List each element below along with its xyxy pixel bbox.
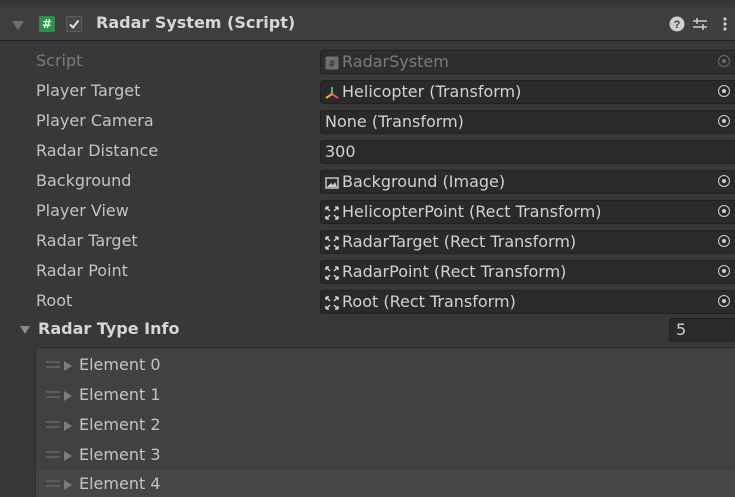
object-picker-icon[interactable] (718, 235, 730, 247)
field-value: RadarTarget (Rect Transform) (342, 232, 577, 251)
checkmark-icon (69, 19, 80, 30)
rect-transform-icon (325, 265, 339, 280)
drag-handle-icon[interactable] (46, 421, 60, 429)
component-header[interactable]: # Radar System (Script) ? (0, 7, 735, 41)
field-value: Background (Image) (342, 172, 506, 191)
list-title: Radar Type Info (38, 319, 180, 338)
foldout-arrow-icon[interactable] (20, 326, 30, 334)
field-value: HelicopterPoint (Rect Transform) (342, 202, 602, 221)
inspector-panel: # Radar System (Script) ? Script # Radar… (0, 0, 735, 497)
object-picker-icon[interactable] (718, 115, 730, 127)
property-row-root: Root Root (Rect Transform) (0, 287, 735, 317)
property-row-radar-point: Radar Point RadarPoint (Rect Transform) (0, 257, 735, 287)
rect-transform-icon (325, 295, 339, 310)
property-label: Radar Point (36, 261, 128, 280)
field-value: Root (Rect Transform) (342, 292, 516, 311)
element-label: Element 0 (79, 355, 161, 374)
element-label: Element 2 (79, 415, 161, 434)
object-picker-icon[interactable] (718, 265, 730, 277)
property-label: Background (36, 171, 132, 190)
property-row-radar-target: Radar Target RadarTarget (Rect Transform… (0, 227, 735, 257)
property-label: Script (36, 51, 83, 70)
script-field: # RadarSystem (320, 50, 735, 74)
drag-handle-icon[interactable] (46, 361, 60, 369)
element-label: Element 3 (79, 445, 161, 464)
list-item[interactable]: Element 2 (36, 411, 735, 441)
field-value: RadarPoint (Rect Transform) (342, 262, 567, 281)
property-label: Root (36, 291, 73, 310)
player-target-field[interactable]: Helicopter (Transform) (320, 80, 735, 104)
enable-checkbox[interactable] (66, 16, 82, 32)
expand-arrow-icon[interactable] (64, 421, 72, 431)
expand-arrow-icon[interactable] (64, 391, 72, 401)
player-camera-field[interactable]: None (Transform) (320, 110, 735, 134)
radar-distance-input[interactable]: 300 (320, 140, 735, 164)
radar-point-field[interactable]: RadarPoint (Rect Transform) (320, 260, 735, 284)
list-size-input[interactable]: 5 (669, 318, 735, 342)
expand-arrow-icon[interactable] (64, 480, 72, 490)
list-item[interactable]: Element 1 (36, 381, 735, 411)
property-row-player-view: Player View HelicopterPoint (Rect Transf… (0, 197, 735, 227)
object-picker-icon[interactable] (718, 175, 730, 187)
object-picker-icon[interactable] (718, 295, 730, 307)
script-icon: # (325, 56, 339, 70)
transform-icon (325, 86, 339, 99)
object-picker-icon[interactable] (718, 205, 730, 217)
property-row-player-camera: Player Camera None (Transform) (0, 107, 735, 137)
rect-transform-icon (325, 205, 339, 220)
property-row-player-target: Player Target Helicopter (Transform) (0, 77, 735, 107)
foldout-arrow-icon[interactable] (12, 21, 24, 30)
field-value: RadarSystem (342, 52, 449, 71)
root-field[interactable]: Root (Rect Transform) (320, 290, 735, 314)
property-row-radar-distance: Radar Distance 300 (0, 137, 735, 167)
radar-target-field[interactable]: RadarTarget (Rect Transform) (320, 230, 735, 254)
property-label: Player Camera (36, 111, 154, 130)
player-view-field[interactable]: HelicopterPoint (Rect Transform) (320, 200, 735, 224)
field-value: 300 (325, 142, 356, 161)
property-row-background: Background Background (Image) (0, 167, 735, 197)
drag-handle-icon[interactable] (46, 451, 60, 459)
component-title: Radar System (Script) (96, 13, 296, 32)
list-header[interactable]: Radar Type Info 5 (0, 315, 735, 345)
image-icon (325, 176, 339, 189)
rect-transform-icon (325, 235, 339, 250)
object-picker-icon[interactable] (718, 85, 730, 97)
expand-arrow-icon[interactable] (64, 361, 72, 371)
svg-text:#: # (329, 59, 335, 70)
script-icon: # (39, 16, 55, 32)
object-picker-icon (718, 55, 730, 67)
property-row-script: Script # RadarSystem (0, 47, 735, 77)
property-label: Player View (36, 201, 129, 220)
field-value: None (Transform) (325, 112, 464, 131)
help-icon[interactable]: ? (668, 15, 686, 33)
element-label: Element 4 (79, 474, 161, 493)
preset-icon[interactable] (691, 15, 709, 33)
list-item[interactable]: Element 3 (36, 441, 735, 471)
expand-arrow-icon[interactable] (64, 451, 72, 461)
background-field[interactable]: Background (Image) (320, 170, 735, 194)
property-label: Radar Distance (36, 141, 159, 160)
drag-handle-icon[interactable] (46, 480, 60, 488)
element-label: Element 1 (79, 385, 161, 404)
list-item[interactable]: Element 4 (36, 470, 735, 497)
field-value: Helicopter (Transform) (342, 82, 522, 101)
svg-text:?: ? (674, 19, 681, 31)
property-label: Radar Target (36, 231, 138, 250)
drag-handle-icon[interactable] (46, 391, 60, 399)
property-label: Player Target (36, 81, 141, 100)
more-icon[interactable] (716, 15, 734, 33)
list-item[interactable]: Element 0 (36, 351, 735, 381)
